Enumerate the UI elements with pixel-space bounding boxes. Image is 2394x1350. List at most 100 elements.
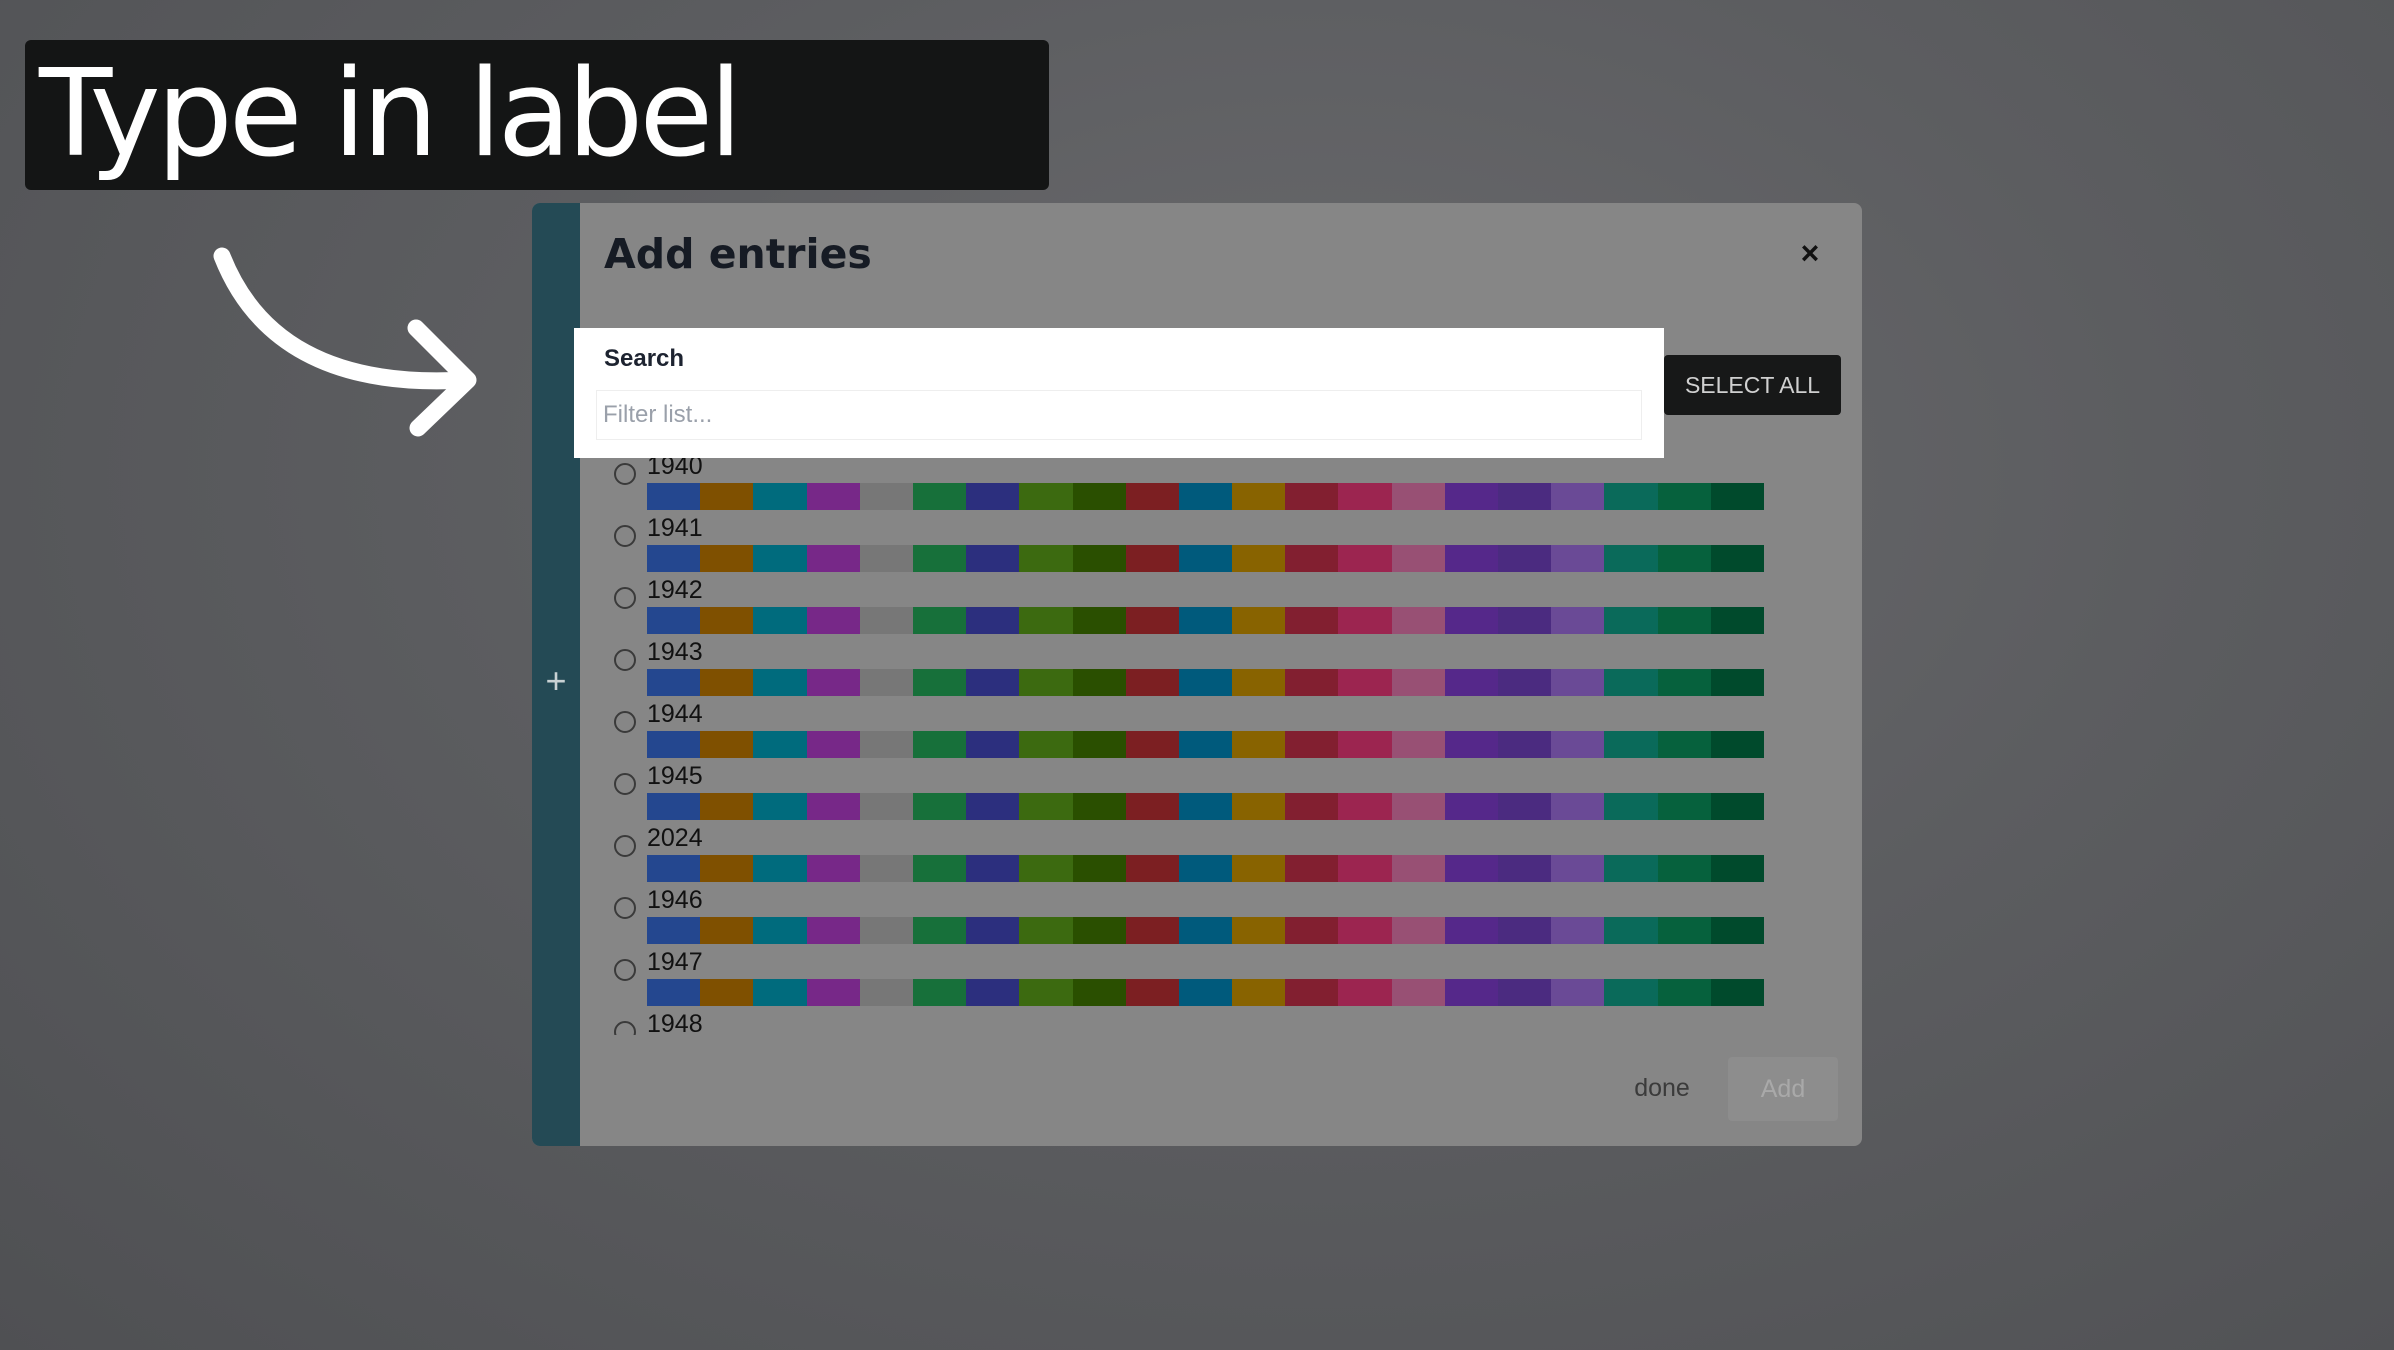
- color-swatch: [753, 917, 807, 944]
- color-swatch: [1232, 855, 1286, 882]
- color-palette-strip: [647, 731, 1764, 758]
- search-input[interactable]: [596, 390, 1642, 440]
- color-swatch: [1232, 545, 1286, 572]
- color-swatch: [1551, 545, 1605, 572]
- color-swatch: [1125, 607, 1179, 634]
- entry-radio[interactable]: [614, 649, 636, 671]
- color-swatch: [1125, 793, 1179, 820]
- entry-label: 1945: [647, 762, 703, 790]
- modal-title: Add entries: [604, 230, 872, 278]
- color-swatch: [1232, 483, 1286, 510]
- color-swatch: [753, 545, 807, 572]
- color-swatch: [1072, 793, 1126, 820]
- color-swatch: [1178, 917, 1233, 944]
- color-palette-strip: [647, 483, 1764, 510]
- color-swatch: [753, 669, 807, 696]
- color-swatch: [1710, 607, 1764, 634]
- entry-radio[interactable]: [614, 525, 636, 547]
- color-swatch: [1710, 793, 1764, 820]
- color-swatch: [1551, 979, 1605, 1006]
- color-swatch: [1498, 731, 1552, 758]
- done-button[interactable]: done: [1602, 1058, 1722, 1118]
- color-swatch: [1657, 545, 1711, 572]
- color-swatch: [1657, 731, 1711, 758]
- color-swatch: [1072, 731, 1126, 758]
- color-swatch: [1019, 607, 1073, 634]
- color-swatch: [1338, 669, 1392, 696]
- color-swatch: [1498, 669, 1552, 696]
- entry-label: 1944: [647, 700, 703, 728]
- plus-icon[interactable]: +: [532, 651, 580, 711]
- color-swatch: [912, 855, 967, 882]
- color-swatch: [1604, 979, 1658, 1006]
- color-swatch: [1072, 545, 1126, 572]
- color-swatch: [912, 731, 967, 758]
- color-palette-strip: [647, 979, 1764, 1006]
- color-swatch: [1498, 545, 1552, 572]
- list-item[interactable]: 1946: [602, 885, 1802, 947]
- color-swatch: [1285, 669, 1339, 696]
- color-swatch: [1338, 979, 1392, 1006]
- entries-list[interactable]: 1940 1941 1942 1943 1944 1945 2024 1946 1947 1948: [602, 451, 1802, 1035]
- entry-radio[interactable]: [614, 463, 636, 485]
- color-swatch: [1498, 483, 1552, 510]
- color-palette-strip: [647, 545, 1764, 572]
- entry-label: 2024: [647, 824, 703, 852]
- list-item[interactable]: 1944: [602, 699, 1802, 761]
- entry-radio[interactable]: [614, 959, 636, 981]
- entry-radio[interactable]: [614, 1021, 636, 1035]
- color-swatch: [1391, 483, 1445, 510]
- add-button[interactable]: Add: [1728, 1057, 1838, 1121]
- color-swatch: [647, 917, 701, 944]
- entry-radio[interactable]: [614, 835, 636, 857]
- color-swatch: [806, 979, 860, 1006]
- entry-radio[interactable]: [614, 897, 636, 919]
- list-item[interactable]: 1948: [602, 1009, 1802, 1035]
- color-swatch: [1391, 607, 1445, 634]
- color-swatch: [1125, 731, 1179, 758]
- color-swatch: [1232, 793, 1286, 820]
- color-swatch: [1072, 917, 1126, 944]
- list-item[interactable]: 2024: [602, 823, 1802, 885]
- entry-label: 1941: [647, 514, 703, 542]
- color-swatch: [806, 793, 860, 820]
- color-swatch: [806, 545, 860, 572]
- color-swatch: [753, 979, 807, 1006]
- select-all-button[interactable]: SELECT ALL: [1664, 355, 1841, 415]
- list-item[interactable]: 1947: [602, 947, 1802, 1009]
- color-swatch: [647, 793, 701, 820]
- color-palette-strip: [647, 607, 1764, 634]
- color-swatch: [1178, 855, 1233, 882]
- color-swatch: [1232, 917, 1286, 944]
- color-swatch: [806, 483, 860, 510]
- list-item[interactable]: 1943: [602, 637, 1802, 699]
- color-swatch: [1232, 731, 1286, 758]
- entry-radio[interactable]: [614, 711, 636, 733]
- color-swatch: [1604, 669, 1658, 696]
- color-swatch: [1338, 917, 1392, 944]
- color-swatch: [1604, 731, 1658, 758]
- list-item[interactable]: 1940: [602, 451, 1802, 513]
- list-item[interactable]: 1945: [602, 761, 1802, 823]
- color-swatch: [912, 607, 967, 634]
- color-swatch: [1444, 545, 1498, 572]
- color-swatch: [859, 731, 913, 758]
- color-swatch: [647, 545, 701, 572]
- color-swatch: [1551, 731, 1605, 758]
- entry-radio[interactable]: [614, 773, 636, 795]
- color-swatch: [1285, 979, 1339, 1006]
- list-item[interactable]: 1941: [602, 513, 1802, 575]
- color-swatch: [700, 917, 754, 944]
- color-swatch: [1285, 793, 1339, 820]
- color-swatch: [1178, 607, 1233, 634]
- color-swatch: [806, 855, 860, 882]
- entry-label: 1942: [647, 576, 703, 604]
- close-icon[interactable]: ×: [1792, 235, 1828, 271]
- list-item[interactable]: 1942: [602, 575, 1802, 637]
- color-swatch: [700, 669, 754, 696]
- entry-radio[interactable]: [614, 587, 636, 609]
- color-swatch: [1391, 545, 1445, 572]
- color-palette-strip: [647, 793, 1764, 820]
- color-swatch: [1338, 731, 1392, 758]
- color-swatch: [700, 855, 754, 882]
